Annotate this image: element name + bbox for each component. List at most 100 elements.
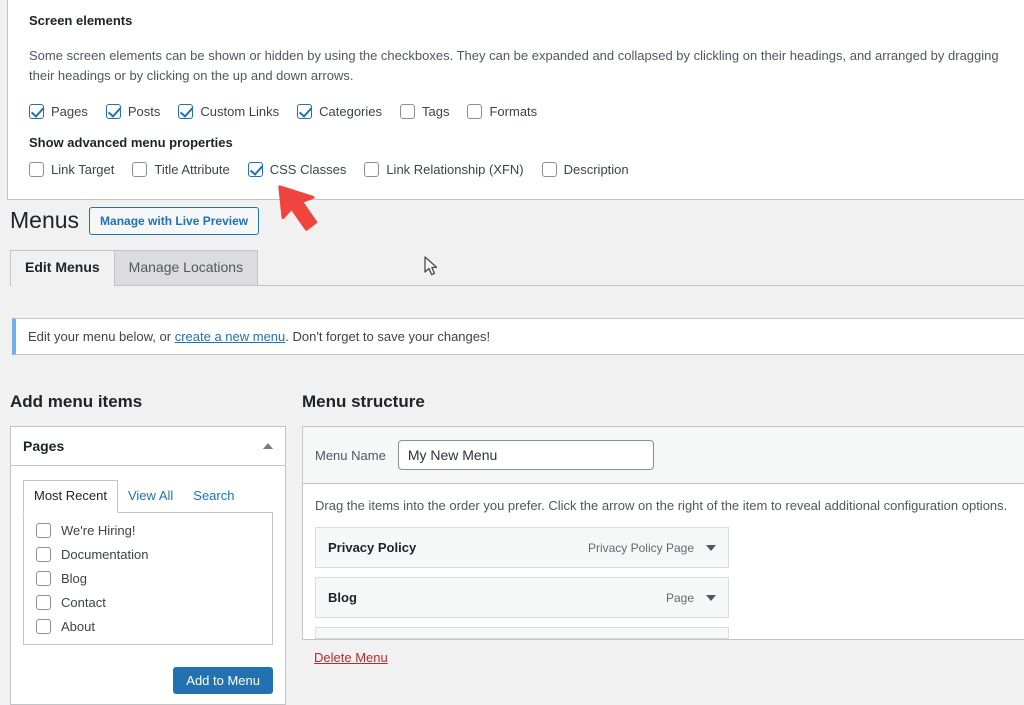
pages-postbox-footer: Add to Menu bbox=[11, 657, 285, 704]
menu-item-type: Page bbox=[665, 590, 694, 605]
screen-element-label: Categories bbox=[319, 104, 383, 120]
chevron-up-icon[interactable] bbox=[263, 443, 273, 449]
pages-tab-view-all[interactable]: View All bbox=[118, 481, 183, 512]
pages-postbox-header[interactable]: Pages bbox=[11, 427, 285, 466]
checkbox-unchecked-icon[interactable] bbox=[364, 162, 380, 178]
menu-item-row[interactable]: Privacy Policy Privacy Policy Page bbox=[315, 527, 729, 568]
screen-element-formats[interactable]: Formats bbox=[467, 104, 538, 120]
nav-tabs: Edit Menus Manage Locations bbox=[10, 249, 1024, 287]
page-checkbox-item[interactable]: About bbox=[36, 619, 260, 635]
menu-name-label: Menu Name bbox=[315, 447, 386, 463]
checkbox-unchecked-icon[interactable] bbox=[467, 104, 483, 120]
screen-element-label: Tags bbox=[422, 104, 450, 120]
advanced-property-link-target[interactable]: Link Target bbox=[29, 162, 115, 178]
checkbox-unchecked-icon[interactable] bbox=[541, 162, 557, 178]
screen-element-label: Custom Links bbox=[200, 104, 280, 120]
notice-text-after: . Don't forget to save your changes! bbox=[285, 329, 491, 344]
menu-structure-column: Menu structure Menu Name Drag the items … bbox=[302, 392, 1024, 665]
advanced-property-title-attribute[interactable]: Title Attribute bbox=[132, 162, 230, 178]
page-checkbox-label: Contact bbox=[61, 595, 106, 611]
checkbox-unchecked-icon[interactable] bbox=[36, 547, 51, 563]
tab-edit-menus[interactable]: Edit Menus bbox=[10, 249, 115, 287]
create-a-new-menu-link[interactable]: create a new menu bbox=[175, 329, 286, 344]
checkbox-unchecked-icon[interactable] bbox=[36, 619, 51, 635]
checkbox-checked-icon[interactable] bbox=[105, 104, 121, 120]
screen-element-label: Posts bbox=[127, 104, 161, 120]
advanced-property-label: CSS Classes bbox=[269, 162, 347, 178]
page-checkbox-label: Documentation bbox=[61, 547, 149, 563]
menu-item-meta: Page bbox=[666, 591, 716, 605]
checkbox-checked-icon[interactable] bbox=[29, 104, 44, 120]
tab-manage-locations[interactable]: Manage Locations bbox=[113, 249, 259, 286]
advanced-property-link-relationship-xfn[interactable]: Link Relationship (XFN) bbox=[364, 162, 524, 178]
add-menu-items-title: Add menu items bbox=[10, 392, 143, 411]
add-to-menu-button[interactable]: Add to Menu bbox=[173, 667, 273, 695]
add-menu-items-column: Add menu items Pages Most Recent View All… bbox=[10, 392, 286, 705]
menu-items-list: Privacy Policy Privacy Policy Page Blog Pag… bbox=[315, 527, 1012, 639]
screen-elements-heading: Screen elements bbox=[29, 13, 133, 28]
page-checkbox-item[interactable]: Documentation bbox=[36, 547, 260, 563]
checkbox-checked-icon[interactable] bbox=[297, 104, 313, 120]
pages-list-panel: We're Hiring! Documentation Blog Contact Abo… bbox=[23, 513, 273, 646]
menu-item-meta: Privacy Policy Page bbox=[588, 541, 716, 555]
menu-name-row: Menu Name bbox=[303, 427, 1024, 484]
manage-with-live-preview-button[interactable]: Manage with Live Preview bbox=[89, 206, 260, 236]
delete-menu-link[interactable]: Delete Menu bbox=[314, 650, 388, 665]
page-checkbox-label: About bbox=[61, 619, 95, 635]
pages-tab-search[interactable]: Search bbox=[183, 481, 244, 512]
page-checkbox-label: We're Hiring! bbox=[61, 523, 136, 539]
page-title: Menus bbox=[10, 207, 80, 233]
checkbox-unchecked-icon[interactable] bbox=[36, 595, 51, 611]
advanced-properties-checkbox-row: Link Target Title Attribute CSS Classes Lin… bbox=[29, 162, 1024, 178]
screen-elements-checkbox-row: Pages Posts Custom Links Categories Tags Form… bbox=[29, 104, 1024, 120]
menu-structure-help-text: Drag the items into the order you prefer… bbox=[315, 498, 1008, 513]
page-checkbox-label: Blog bbox=[61, 571, 88, 587]
screen-options-panel: Screen elements Some screen elements can… bbox=[7, 0, 1024, 200]
advanced-property-description[interactable]: Description bbox=[541, 162, 629, 178]
checkbox-unchecked-icon[interactable] bbox=[36, 523, 51, 539]
screen-element-label: Formats bbox=[489, 104, 538, 120]
checkbox-checked-icon[interactable] bbox=[178, 104, 194, 120]
screen-element-pages[interactable]: Pages bbox=[29, 104, 88, 120]
menu-item-row-partial[interactable] bbox=[315, 627, 729, 639]
menu-item-title: Privacy Policy bbox=[328, 540, 417, 555]
checkbox-unchecked-icon[interactable] bbox=[132, 162, 148, 178]
advanced-property-css-classes[interactable]: CSS Classes bbox=[247, 162, 347, 178]
chevron-down-icon[interactable] bbox=[706, 544, 716, 551]
menu-item-row[interactable]: Blog Page bbox=[315, 577, 729, 618]
pages-postbox-body: Most Recent View All Search We're Hiring! D… bbox=[11, 466, 285, 657]
checkbox-checked-icon[interactable] bbox=[247, 162, 263, 178]
pages-postbox: Pages Most Recent View All Search We're Hi… bbox=[10, 426, 286, 705]
menu-notice: Edit your menu below, or create a new me… bbox=[12, 318, 1024, 355]
pages-postbox-title: Pages bbox=[23, 438, 65, 454]
pages-tab-most-recent[interactable]: Most Recent bbox=[23, 480, 118, 514]
screen-element-categories[interactable]: Categories bbox=[297, 104, 383, 120]
page-checkbox-item[interactable]: We're Hiring! bbox=[36, 523, 260, 539]
advanced-property-label: Title Attribute bbox=[154, 162, 230, 178]
menu-name-input[interactable] bbox=[397, 440, 654, 470]
screen-element-custom-links[interactable]: Custom Links bbox=[178, 104, 280, 120]
menu-structure-body: Drag the items into the order you prefer… bbox=[303, 484, 1024, 639]
checkbox-unchecked-icon[interactable] bbox=[400, 104, 416, 120]
checkbox-unchecked-icon[interactable] bbox=[36, 571, 51, 587]
menu-item-title: Blog bbox=[328, 590, 357, 605]
screen-element-label: Pages bbox=[51, 104, 88, 120]
screen-elements-description: Some screen elements can be shown or hid… bbox=[29, 48, 999, 84]
notice-text-before: Edit your menu below, or bbox=[28, 329, 175, 344]
pages-inner-tabs: Most Recent View All Search bbox=[23, 480, 273, 514]
screen-element-tags[interactable]: Tags bbox=[400, 104, 450, 120]
checkbox-unchecked-icon[interactable] bbox=[29, 162, 44, 178]
menu-structure-box: Menu Name Drag the items into the order … bbox=[302, 426, 1024, 640]
menu-structure-footer: Delete Menu bbox=[302, 640, 1024, 665]
advanced-properties-heading: Show advanced menu properties bbox=[29, 135, 233, 151]
advanced-property-label: Link Relationship (XFN) bbox=[386, 162, 524, 178]
chevron-down-icon[interactable] bbox=[706, 594, 716, 601]
advanced-property-label: Link Target bbox=[51, 162, 115, 178]
page-checkbox-item[interactable]: Contact bbox=[36, 595, 260, 611]
menu-item-type: Privacy Policy Page bbox=[587, 540, 694, 555]
advanced-property-label: Description bbox=[563, 162, 629, 178]
page-checkbox-item[interactable]: Blog bbox=[36, 571, 260, 587]
page-header: Menus Manage with Live Preview Edit Menu… bbox=[0, 206, 1024, 287]
menu-structure-title: Menu structure bbox=[302, 392, 425, 411]
screen-element-posts[interactable]: Posts bbox=[105, 104, 161, 120]
